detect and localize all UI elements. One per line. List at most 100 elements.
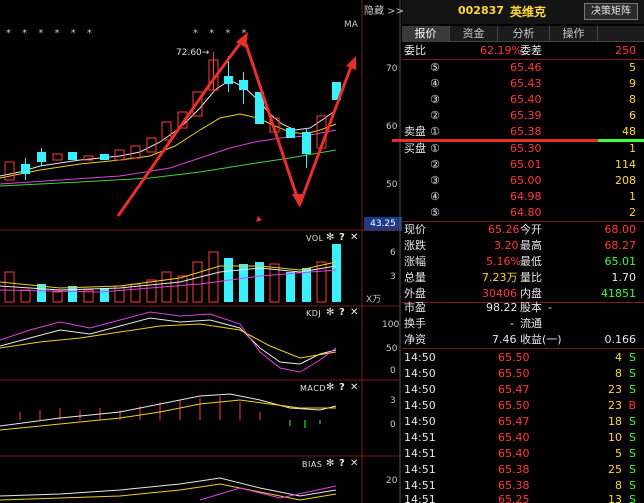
kdj-lines [0, 311, 337, 373]
close-icon[interactable]: ✕ [350, 307, 358, 318]
gear-icon[interactable]: ✻ [326, 382, 334, 393]
order-level: ① [430, 125, 440, 138]
tick-price: 65.40 [498, 447, 530, 460]
tick-side: S [629, 463, 636, 476]
tick-time: 14:50 [404, 399, 436, 412]
tick-row: 14:51 65.40 10 S [402, 430, 644, 446]
buy-order-row[interactable]: ④ 64.98 1 [402, 189, 644, 205]
tick-price: 65.50 [498, 399, 530, 412]
stat-label: 市盈 [404, 301, 426, 314]
stat-value: 7.46 [492, 333, 517, 346]
decision-matrix-button[interactable]: 决策矩阵 [584, 3, 638, 20]
sell-order-row[interactable]: ② 65.39 6 [402, 108, 644, 124]
buy-order-row[interactable]: ② 65.01 114 [402, 157, 644, 173]
quote-row: 涨幅 5.16% 最低 65.01 [402, 254, 644, 270]
kdj-label: KDJ [306, 309, 322, 318]
stat-value: 3.20 [494, 239, 519, 252]
order-price: 65.43 [510, 77, 542, 90]
tick-row: 14:50 65.50 23 B [402, 398, 644, 414]
order-price: 65.30 [510, 142, 542, 155]
stat-label: 量比 [520, 271, 542, 284]
tick-volume: 13 [608, 493, 622, 503]
candlestick-chart [0, 0, 401, 503]
tick-volume: 10 [608, 431, 622, 444]
tab-analysis[interactable]: 分析 [498, 26, 550, 42]
gear-icon[interactable]: ✻ [326, 458, 334, 469]
tab-operation[interactable]: 操作 [550, 26, 598, 42]
order-level: ⑤ [430, 206, 440, 219]
tab-quote[interactable]: 报价 [402, 26, 450, 42]
fundamental-row: 净资 7.46 收益(一) 0.166 [402, 332, 644, 348]
tick-side: S [629, 415, 636, 428]
quote-row: 涨跌 3.20 最高 68.27 [402, 238, 644, 254]
stat-label: 涨幅 [404, 255, 426, 268]
stat-label: 流通 [520, 317, 542, 330]
order-level: ④ [430, 77, 440, 90]
bias-axis-label: 20 [386, 476, 398, 486]
tick-price: 65.47 [498, 383, 530, 396]
stat-label: 股本 [520, 301, 542, 314]
order-volume: 114 [615, 158, 636, 171]
help-icon[interactable]: ? [339, 382, 345, 393]
weibi-label: 委比 [404, 44, 426, 57]
stat-value: 65.01 [604, 255, 637, 268]
stat-label: 净资 [404, 333, 426, 346]
gear-icon[interactable]: ✻ [326, 307, 334, 318]
weibi-value: 62.19% [480, 44, 522, 57]
vol-axis-label: 3 [390, 272, 396, 282]
stock-name: 英维克 [510, 5, 547, 19]
order-volume: 1 [629, 190, 636, 203]
weibi-row: 委比 62.19% 委差 250 [402, 43, 644, 59]
tick-side: S [629, 383, 636, 396]
sell-order-row[interactable]: 卖盘 ① 65.38 48 [402, 124, 644, 140]
hide-panel-button[interactable]: 隐藏 >> [364, 2, 404, 17]
close-icon[interactable]: ✕ [350, 458, 358, 469]
vol-label: VOL [306, 234, 324, 243]
order-volume: 208 [615, 174, 636, 187]
close-icon[interactable]: ✕ [350, 232, 358, 243]
order-level: ⑤ [430, 61, 440, 74]
stat-label: 最高 [520, 239, 542, 252]
weidiff-label: 委差 [520, 44, 542, 57]
buy-order-row[interactable]: ③ 65.00 208 [402, 173, 644, 189]
tick-time: 14:50 [404, 367, 436, 380]
fundamental-row: 市盈 98.22 股本 - [402, 300, 644, 316]
help-icon[interactable]: ? [339, 232, 345, 243]
stat-value: 0.166 [604, 333, 637, 346]
tick-time: 14:51 [404, 431, 436, 444]
sell-order-row[interactable]: ③ 65.40 8 [402, 92, 644, 108]
help-icon[interactable]: ? [339, 458, 345, 469]
tab-funds[interactable]: 资金 [450, 26, 498, 42]
tick-row: 14:50 65.47 18 S [402, 414, 644, 430]
close-icon[interactable]: ✕ [350, 382, 358, 393]
buy-order-row[interactable]: 买盘 ① 65.30 1 [402, 141, 644, 157]
stock-chart[interactable]: * * * * * * * * * * MA 72.60→ 70 60 50 4… [0, 0, 402, 503]
tick-row: 14:51 65.40 5 S [402, 446, 644, 462]
order-side-label: 买盘 [404, 142, 426, 155]
order-volume: 1 [629, 142, 636, 155]
volume-bars [0, 244, 341, 303]
tick-price: 65.38 [498, 463, 530, 476]
order-level: ① [430, 142, 440, 155]
order-volume: 9 [629, 77, 636, 90]
sell-order-row[interactable]: ④ 65.43 9 [402, 76, 644, 92]
order-level: ③ [430, 174, 440, 187]
order-price: 64.98 [510, 190, 542, 203]
sell-order-row[interactable]: ⑤ 65.46 5 [402, 60, 644, 76]
tick-time: 14:51 [404, 463, 436, 476]
stat-value: 98.22 [486, 301, 518, 314]
gear-icon[interactable]: ✻ [326, 232, 334, 243]
tick-side: S [629, 431, 636, 444]
order-price: 65.46 [510, 61, 542, 74]
vol-axis-label: 6 [390, 248, 396, 258]
macd-axis-label: 3 [390, 396, 396, 406]
buy-order-row[interactable]: ⑤ 64.80 2 [402, 205, 644, 221]
help-icon[interactable]: ? [339, 307, 345, 318]
bias-lines [0, 477, 337, 501]
order-price: 65.00 [510, 174, 542, 187]
tick-volume: 8 [615, 367, 622, 380]
macd-label: MACD [300, 384, 326, 393]
order-price: 65.38 [510, 125, 542, 138]
tick-price: 65.50 [498, 351, 530, 364]
tick-time: 14:51 [404, 493, 436, 503]
